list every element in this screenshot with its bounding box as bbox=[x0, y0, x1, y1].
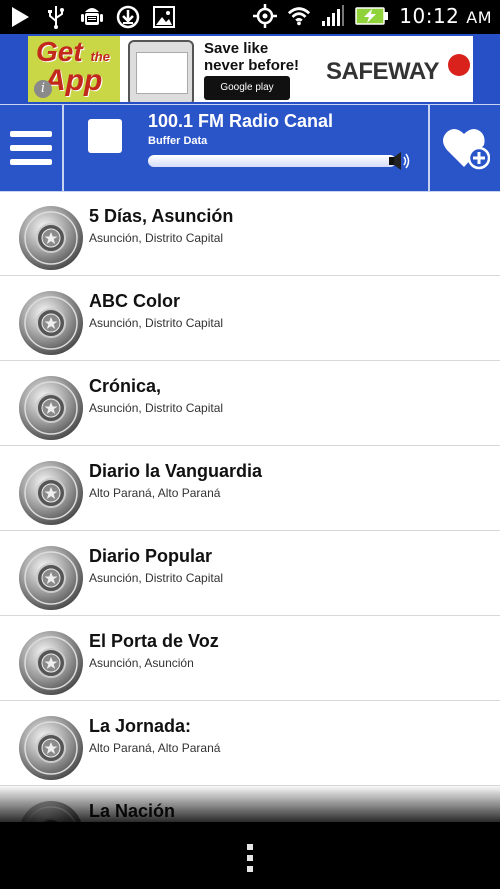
menu-button[interactable] bbox=[0, 105, 64, 191]
ad-container: Get the App i Save like never before! Go… bbox=[0, 34, 500, 104]
station-location: Asunción, Distrito Capital bbox=[89, 316, 224, 330]
station-logo bbox=[18, 205, 84, 271]
station-row[interactable]: 5 Días, Asunción Asunción, Distrito Capit… bbox=[0, 191, 500, 276]
station-region: Distrito Capital bbox=[145, 401, 224, 415]
station-location: Asunción, Distrito Capital bbox=[89, 231, 224, 245]
download-icon bbox=[116, 5, 140, 29]
system-icons: 10:12 AM bbox=[253, 4, 492, 28]
station-name: Crónica, bbox=[89, 376, 162, 396]
stop-button[interactable] bbox=[88, 119, 122, 153]
ad-the-text: the bbox=[90, 49, 110, 64]
station-row[interactable]: ABC Color Asunción, Distrito Capital bbox=[0, 276, 500, 361]
station-city: Asunción bbox=[89, 231, 139, 245]
usb-icon bbox=[44, 5, 68, 29]
navigation-bar bbox=[0, 822, 500, 889]
safeway-s-logo bbox=[448, 54, 470, 76]
station-name: Diario la Vanguardia bbox=[89, 461, 263, 481]
gps-icon bbox=[253, 4, 278, 28]
wifi-icon bbox=[287, 4, 311, 28]
station-city: Alto Paraná bbox=[89, 486, 152, 500]
clock: 10:12 AM bbox=[399, 4, 492, 28]
station-row[interactable]: Crónica, Asunción, Distrito Capital bbox=[0, 361, 500, 446]
image-icon bbox=[152, 5, 176, 29]
station-location: Asunción, Distrito Capital bbox=[89, 401, 224, 415]
station-region: Distrito Capital bbox=[145, 231, 224, 245]
ad-tagline: Save like never before! bbox=[204, 40, 299, 74]
station-location: Asunción, Asunción bbox=[89, 656, 194, 670]
station-logo bbox=[18, 545, 84, 611]
station-logo bbox=[18, 460, 84, 526]
volume-icon[interactable] bbox=[388, 151, 412, 171]
station-name: ABC Color bbox=[89, 291, 180, 311]
station-logo bbox=[18, 630, 84, 696]
list-fade bbox=[0, 785, 500, 825]
status-bar: 10:12 AM bbox=[0, 0, 500, 34]
buffer-progress-fill bbox=[148, 155, 396, 167]
station-logo bbox=[18, 375, 84, 441]
play-icon bbox=[8, 5, 32, 29]
station-location: Alto Paraná, Alto Paraná bbox=[89, 741, 221, 755]
station-row[interactable]: El Porta de Voz Asunción, Asunción bbox=[0, 616, 500, 701]
station-city: Asunción bbox=[89, 656, 139, 670]
station-city: Alto Paraná bbox=[89, 741, 152, 755]
station-region: Distrito Capital bbox=[145, 571, 224, 585]
add-favorite-button[interactable] bbox=[428, 105, 500, 191]
phone-image bbox=[128, 40, 194, 102]
station-list: 5 Días, Asunción Asunción, Distrito Capit… bbox=[0, 191, 500, 871]
station-logo bbox=[18, 715, 84, 781]
notification-icons bbox=[8, 5, 176, 29]
player-bar: 100.1 FM Radio Canal Buffer Data bbox=[0, 104, 500, 192]
ad-banner[interactable]: Get the App i Save like never before! Go… bbox=[28, 36, 473, 102]
ad-get-text: Get bbox=[36, 36, 83, 67]
station-region: Alto Paraná bbox=[157, 486, 221, 500]
ad-brand-logo: SAFEWAY bbox=[326, 58, 439, 85]
info-icon[interactable]: i bbox=[34, 80, 52, 98]
buffer-progress-bar bbox=[148, 155, 396, 167]
ad-get-the-app: Get the App i bbox=[28, 36, 120, 102]
station-city: Asunción bbox=[89, 401, 139, 415]
buffer-label: Buffer Data bbox=[148, 135, 208, 147]
hamburger-icon bbox=[10, 131, 52, 137]
google-play-badge: Google play bbox=[204, 76, 290, 100]
station-name: La Jornada: bbox=[89, 716, 192, 736]
battery-charging-icon bbox=[355, 4, 389, 28]
station-name: 5 Días, Asunción bbox=[89, 206, 234, 226]
ad-app-text: App bbox=[44, 64, 103, 97]
station-name: Diario Popular bbox=[89, 546, 213, 566]
station-city: Asunción bbox=[89, 571, 139, 585]
station-row[interactable]: Diario la Vanguardia Alto Paraná, Alto Pa… bbox=[0, 446, 500, 531]
ad-tagline-line1: Save like bbox=[204, 40, 269, 57]
station-logo bbox=[18, 290, 84, 356]
station-row[interactable]: La Jornada: Alto Paraná, Alto Paraná bbox=[0, 701, 500, 786]
overflow-menu-icon[interactable] bbox=[240, 842, 260, 874]
heart-plus-icon bbox=[443, 128, 490, 170]
ad-tagline-line2: never before! bbox=[204, 57, 300, 74]
signal-icon bbox=[321, 4, 345, 28]
station-region: Asunción bbox=[144, 656, 194, 670]
station-name: El Porta de Voz bbox=[89, 631, 219, 651]
station-region: Alto Paraná bbox=[157, 741, 221, 755]
station-city: Asunción bbox=[89, 316, 139, 330]
station-location: Alto Paraná, Alto Paraná bbox=[89, 486, 221, 500]
station-region: Distrito Capital bbox=[145, 316, 224, 330]
android-debug-icon bbox=[80, 5, 104, 29]
station-row[interactable]: Diario Popular Asunción, Distrito Capital bbox=[0, 531, 500, 616]
now-playing-title: 100.1 FM Radio Canal bbox=[148, 111, 334, 131]
station-location: Asunción, Distrito Capital bbox=[89, 571, 224, 585]
